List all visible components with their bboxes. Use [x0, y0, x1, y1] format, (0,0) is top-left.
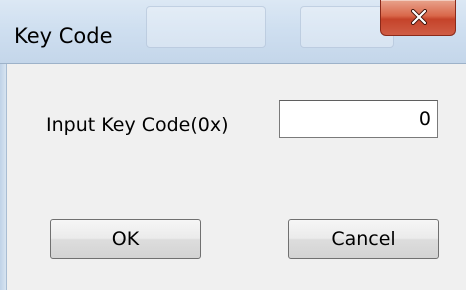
key-code-dialog: Key Code Input Key Code(0x) OK Cancel: [0, 0, 466, 290]
key-code-input[interactable]: [279, 100, 438, 138]
title-bar-background-blur: [146, 6, 266, 48]
window-frame-edge: [0, 64, 7, 290]
close-x-icon: [411, 9, 427, 25]
key-code-label: Input Key Code(0x): [46, 114, 229, 136]
title-bar[interactable]: Key Code: [0, 0, 466, 64]
cancel-button[interactable]: Cancel: [288, 219, 439, 259]
close-button[interactable]: [380, 0, 456, 36]
ok-button[interactable]: OK: [50, 219, 201, 259]
window-title: Key Code: [14, 24, 113, 48]
